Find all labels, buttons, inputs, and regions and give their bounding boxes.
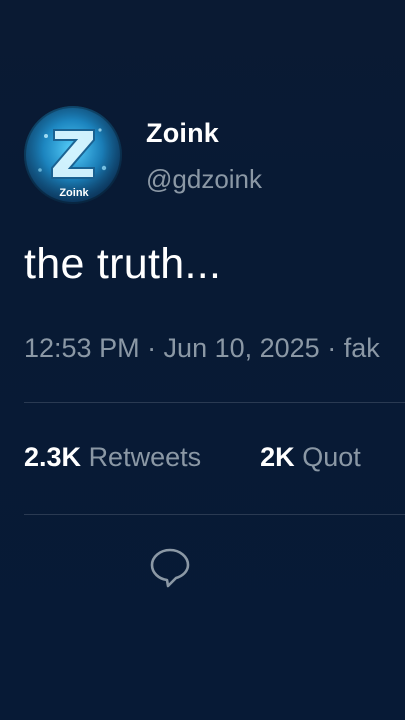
reply-icon: [150, 548, 190, 588]
avatar[interactable]: Zoink: [24, 106, 122, 204]
quotes-stat[interactable]: 2K Quot: [253, 442, 361, 472]
divider: [24, 402, 405, 403]
tweet-meta[interactable]: 12:53 PM · Jun 10, 2025 · fak: [24, 333, 380, 364]
author-display-name[interactable]: Zoink: [146, 118, 219, 149]
avatar-image: Zoink: [24, 106, 122, 204]
divider: [24, 514, 405, 515]
quotes-count: 2K: [260, 442, 295, 472]
retweets-stat[interactable]: 2.3K Retweets: [24, 442, 209, 472]
retweets-count: 2.3K: [24, 442, 82, 472]
reply-button[interactable]: [148, 544, 192, 588]
quotes-label: Quot: [302, 442, 361, 472]
retweets-label: Retweets: [88, 442, 202, 472]
avatar-logo-text: Zoink: [59, 187, 89, 199]
tweet-text: the truth...: [24, 240, 222, 288]
author-handle[interactable]: @gdzoink: [146, 164, 262, 195]
tweet-stats: 2.3K Retweets 2K Quot: [24, 442, 361, 473]
tweet-card: Zoink Zoink @gdzoink the truth... 12:53 …: [0, 0, 405, 720]
